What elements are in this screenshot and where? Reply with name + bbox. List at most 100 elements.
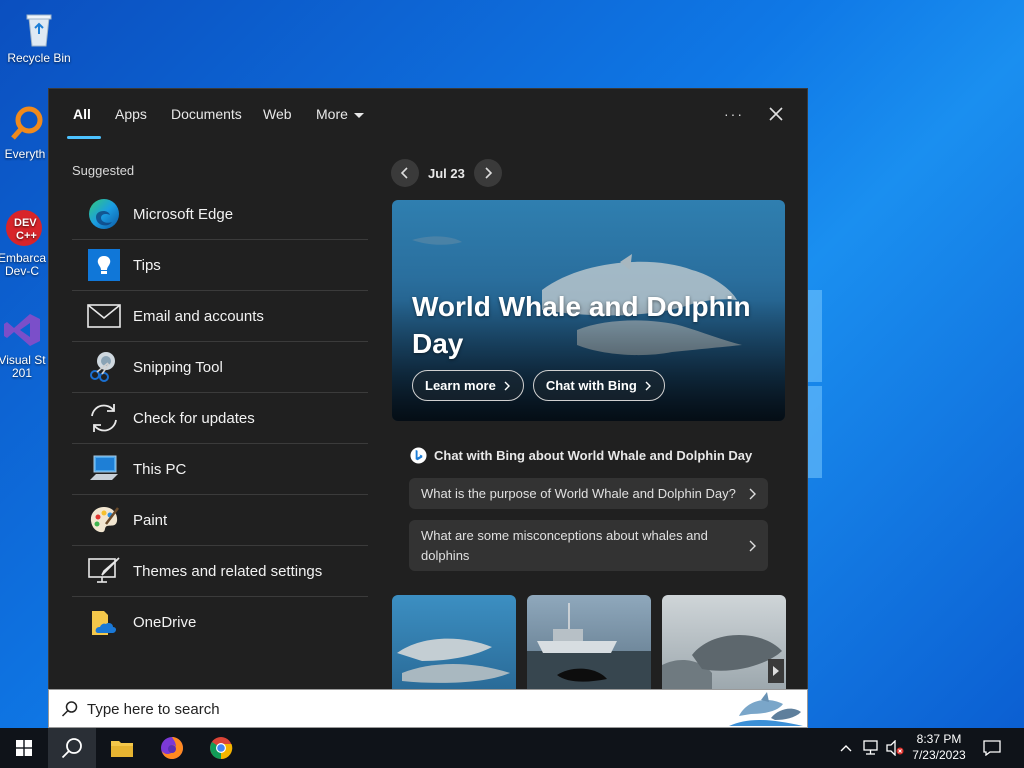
taskbar-file-explorer[interactable] xyxy=(98,728,146,768)
thumbnail-dolphins[interactable] xyxy=(392,595,516,689)
tips-icon xyxy=(87,248,121,282)
bing-question-1[interactable]: What is the purpose of World Whale and D… xyxy=(409,478,768,509)
edge-icon xyxy=(87,197,121,231)
app-item-check-for-updates[interactable]: Check for updates xyxy=(72,393,368,444)
app-item-label: Email and accounts xyxy=(133,307,264,325)
app-item-this-pc[interactable]: This PC xyxy=(72,444,368,495)
ellipsis-icon: ··· xyxy=(724,106,744,122)
action-center-button[interactable] xyxy=(972,728,1012,768)
clock-time: 8:37 PM xyxy=(916,732,962,746)
desktop-icon-recycle-bin[interactable]: Recycle Bin xyxy=(1,8,77,65)
app-item-label: OneDrive xyxy=(133,614,197,631)
desktop-icon-label: Embarca Dev-C xyxy=(0,251,47,278)
desktop-wallpaper-light xyxy=(808,290,822,382)
tab-documents[interactable]: Documents xyxy=(171,106,242,122)
app-item-label: Snipping Tool xyxy=(133,358,223,376)
svg-text:DEV: DEV xyxy=(14,217,37,229)
taskbar: 8:37 PM 7/23/2023 xyxy=(0,728,1024,768)
network-status-button[interactable] xyxy=(859,728,883,768)
date-navigation: Jul 23 xyxy=(391,159,502,187)
chevron-right-icon xyxy=(749,540,756,551)
volume-button[interactable] xyxy=(883,728,907,768)
app-item-onedrive[interactable]: OneDrive xyxy=(72,597,368,648)
sync-icon xyxy=(87,401,121,435)
everything-search-icon xyxy=(5,104,45,144)
desktop-icon-dev-cpp[interactable]: DEV C++ Embarca Dev-C xyxy=(0,208,50,278)
app-item-paint[interactable]: Paint xyxy=(72,495,368,546)
visual-studio-icon xyxy=(2,310,42,350)
app-item-email-and-accounts[interactable]: Email and accounts xyxy=(72,291,368,342)
desktop-icon-label: Recycle Bin xyxy=(7,51,71,65)
show-hidden-icons-button[interactable] xyxy=(834,728,858,768)
tab-web[interactable]: Web xyxy=(263,106,292,122)
tab-apps[interactable]: Apps xyxy=(115,106,147,122)
close-button[interactable] xyxy=(760,99,792,129)
more-options-button[interactable]: ··· xyxy=(718,99,750,129)
search-tabs: All Apps Documents Web More ··· xyxy=(49,89,807,139)
bing-question-text: What are some misconceptions about whale… xyxy=(421,527,708,563)
taskbar-chrome[interactable] xyxy=(197,728,245,768)
app-item-tips[interactable]: Tips xyxy=(72,240,368,291)
bing-chat-heading: Chat with Bing about World Whale and Dol… xyxy=(410,447,752,464)
thumbnail-whale-watching[interactable] xyxy=(527,595,651,689)
learn-more-label: Learn more xyxy=(425,378,496,393)
chevron-right-icon xyxy=(485,167,492,179)
learn-more-button[interactable]: Learn more xyxy=(412,370,524,401)
app-item-microsoft-edge[interactable]: Microsoft Edge xyxy=(72,189,368,240)
chevron-right-icon xyxy=(749,488,756,499)
recycle-bin-icon xyxy=(19,8,59,48)
clock-date: 7/23/2023 xyxy=(912,748,966,762)
next-day-button[interactable] xyxy=(473,159,502,187)
tab-more[interactable]: More xyxy=(316,106,364,122)
search-icon xyxy=(61,701,78,717)
chevron-left-icon xyxy=(400,167,408,179)
close-icon xyxy=(769,107,783,121)
app-item-label: Check for updates xyxy=(133,409,255,427)
tab-all[interactable]: All xyxy=(73,106,91,122)
desktop-icon-visual-studio[interactable]: Visual St 201 xyxy=(0,310,50,380)
active-tab-indicator xyxy=(67,136,101,139)
start-button[interactable] xyxy=(0,728,48,768)
taskbar-firefox[interactable] xyxy=(148,728,196,768)
dev-cpp-icon: DEV C++ xyxy=(2,208,42,248)
suggested-apps-list: Microsoft Edge Tips Email and accounts S… xyxy=(72,189,368,648)
dolphins-thumbnail-image xyxy=(397,638,510,683)
app-item-themes-and-related-settings[interactable]: Themes and related settings xyxy=(72,546,368,597)
whale-watching-thumbnail-image xyxy=(527,603,651,689)
svg-text:C++: C++ xyxy=(16,230,37,242)
hero-title: World Whale and Dolphin Day xyxy=(412,291,751,359)
app-item-label: Tips xyxy=(133,256,161,274)
chat-with-bing-button[interactable]: Chat with Bing xyxy=(532,370,665,401)
paint-icon xyxy=(87,503,121,537)
desktop-icon-label: Visual St 201 xyxy=(0,353,46,380)
chevron-up-icon xyxy=(840,745,852,752)
chevron-right-icon xyxy=(645,381,651,390)
search-input[interactable] xyxy=(87,698,687,720)
caret-right-icon xyxy=(773,666,779,676)
chat-with-bing-label: Chat with Bing xyxy=(545,378,637,393)
this-pc-icon xyxy=(87,452,121,486)
snipping-tool-icon xyxy=(87,350,121,384)
taskbar-search-button[interactable] xyxy=(48,728,96,768)
firefox-icon xyxy=(161,737,183,759)
themes-icon xyxy=(87,554,121,588)
previous-day-button[interactable] xyxy=(391,159,419,187)
date-label: Jul 23 xyxy=(428,165,465,181)
windows-logo-icon xyxy=(16,740,32,756)
clock[interactable]: 8:37 PM 7/23/2023 xyxy=(906,732,972,763)
bing-question-2[interactable]: What are some misconceptions about whale… xyxy=(409,520,768,571)
search-panel: All Apps Documents Web More ··· Suggeste… xyxy=(48,88,808,728)
chrome-icon xyxy=(210,737,233,760)
app-item-snipping-tool[interactable]: Snipping Tool xyxy=(72,342,368,393)
bing-chat-heading-text: Chat with Bing about World Whale and Dol… xyxy=(434,448,753,463)
app-item-label: This PC xyxy=(133,460,187,478)
app-item-label: Paint xyxy=(133,511,168,529)
search-icon xyxy=(61,738,82,759)
hero-card[interactable]: World Whale and Dolphin Day Learn more C… xyxy=(392,200,785,421)
thumbnails-next-button[interactable] xyxy=(768,659,784,683)
volume-muted-icon xyxy=(886,740,904,756)
tab-more-label: More xyxy=(316,106,348,122)
search-box[interactable] xyxy=(48,689,808,728)
folder-icon xyxy=(111,741,133,757)
network-icon xyxy=(863,740,878,755)
